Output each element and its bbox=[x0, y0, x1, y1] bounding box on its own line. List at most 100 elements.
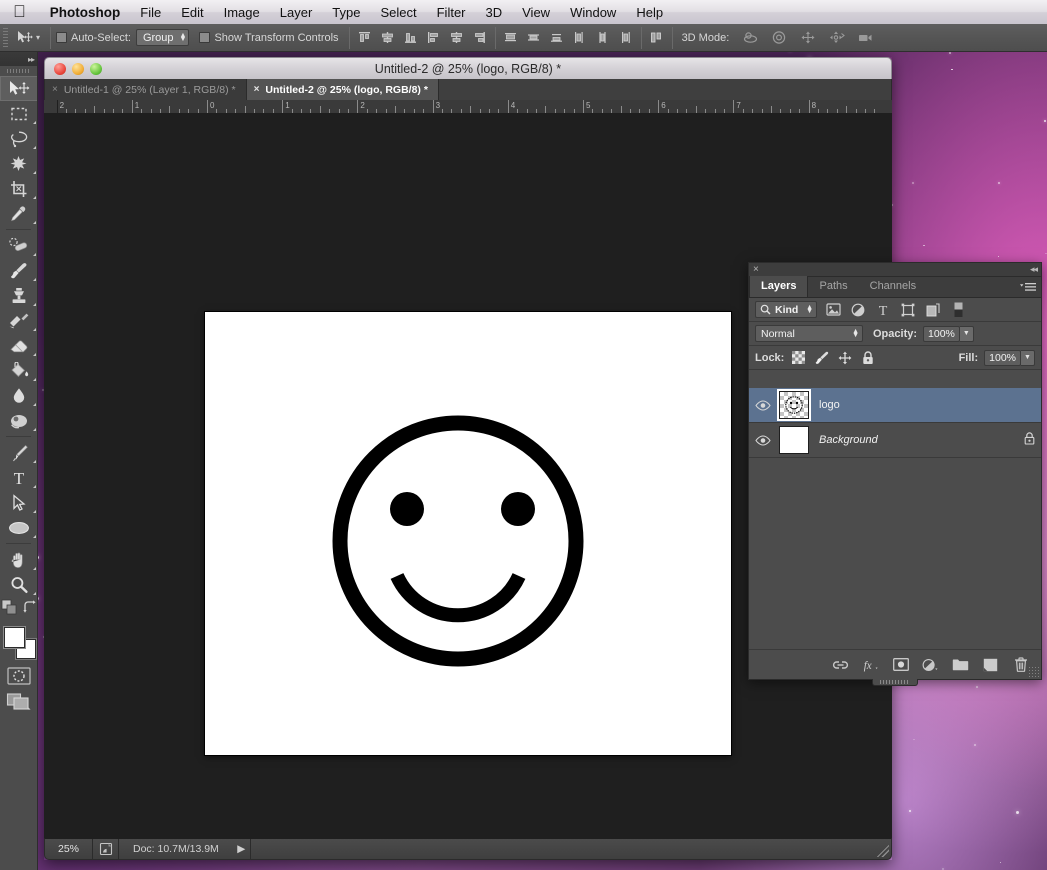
tool-paint-bucket[interactable] bbox=[0, 358, 37, 383]
panel-resize-grip[interactable] bbox=[1028, 666, 1039, 677]
tab-channels[interactable]: Channels bbox=[859, 276, 927, 297]
tool-clone-stamp[interactable] bbox=[0, 283, 37, 308]
foreground-color-swatch[interactable] bbox=[4, 627, 25, 648]
lock-image-pixels-icon[interactable] bbox=[813, 349, 830, 366]
align-horizontal-centers-icon[interactable] bbox=[447, 28, 467, 48]
auto-align-layers-icon[interactable] bbox=[647, 28, 667, 48]
tool-spot-healing-brush[interactable] bbox=[0, 233, 37, 258]
new-group-icon[interactable] bbox=[952, 656, 969, 673]
status-expand-arrow[interactable]: ▶ bbox=[233, 839, 251, 859]
filter-shape-layers-icon[interactable] bbox=[899, 301, 917, 319]
tool-lasso[interactable] bbox=[0, 126, 37, 151]
layer-thumbnail[interactable] bbox=[779, 391, 809, 419]
filter-toggle-icon[interactable] bbox=[949, 301, 967, 319]
tab-layers[interactable]: Layers bbox=[749, 276, 809, 297]
document-tab-untitled-1[interactable]: × Untitled-1 @ 25% (Layer 1, RGB/8) * bbox=[45, 79, 247, 100]
window-resize-grip[interactable] bbox=[877, 845, 889, 857]
lock-all-icon[interactable] bbox=[859, 349, 876, 366]
filter-adjustment-layers-icon[interactable] bbox=[849, 301, 867, 319]
expand-tools-icon[interactable]: ▸▸ bbox=[28, 55, 35, 64]
menu-item-filter[interactable]: Filter bbox=[427, 5, 476, 20]
quick-mask-mode-icon[interactable] bbox=[7, 666, 31, 690]
opacity-field[interactable]: 100% bbox=[923, 325, 960, 342]
menu-item-layer[interactable]: Layer bbox=[270, 5, 323, 20]
horizontal-ruler[interactable]: 2 1 0 1 2 3 4 5 6 7 8 bbox=[58, 100, 892, 114]
menu-item-select[interactable]: Select bbox=[370, 5, 426, 20]
distribute-horizontal-centers-icon[interactable] bbox=[593, 28, 613, 48]
align-bottom-edges-icon[interactable] bbox=[401, 28, 421, 48]
document-preview-icon[interactable] bbox=[93, 839, 119, 859]
tool-magic-wand[interactable] bbox=[0, 151, 37, 176]
drag-3d-object-icon[interactable] bbox=[798, 28, 818, 48]
tool-eraser[interactable] bbox=[0, 333, 37, 358]
align-vertical-centers-icon[interactable] bbox=[378, 28, 398, 48]
slide-3d-object-icon[interactable] bbox=[827, 28, 847, 48]
tool-move[interactable] bbox=[0, 76, 37, 101]
menu-item-photoshop[interactable]: Photoshop bbox=[40, 5, 131, 20]
document-titlebar[interactable]: Untitled-2 @ 25% (logo, RGB/8) * bbox=[44, 57, 892, 79]
scale-3d-object-icon[interactable] bbox=[856, 28, 876, 48]
tool-pen[interactable] bbox=[0, 440, 37, 465]
ruler-corner[interactable] bbox=[44, 100, 58, 114]
collapse-panel-icon[interactable]: ◂◂ bbox=[1030, 264, 1038, 275]
tool-crop[interactable] bbox=[0, 176, 37, 201]
layer-name-logo[interactable]: logo bbox=[811, 399, 1035, 411]
lock-position-icon[interactable] bbox=[836, 349, 853, 366]
tool-brush[interactable] bbox=[0, 258, 37, 283]
image-canvas[interactable] bbox=[205, 312, 731, 755]
layer-list[interactable]: logo Background bbox=[749, 388, 1041, 649]
layer-visibility-toggle[interactable] bbox=[749, 434, 777, 446]
menu-item-help[interactable]: Help bbox=[626, 5, 673, 20]
menu-item-type[interactable]: Type bbox=[322, 5, 370, 20]
tool-blur[interactable] bbox=[0, 383, 37, 408]
screen-mode-icon[interactable] bbox=[6, 692, 32, 717]
layer-visibility-toggle[interactable] bbox=[749, 399, 777, 411]
auto-select-checkbox[interactable] bbox=[56, 32, 68, 43]
tools-palette-header[interactable]: ▸▸ bbox=[0, 52, 37, 66]
tool-path-selection[interactable] bbox=[0, 490, 37, 515]
layer-row-logo[interactable]: logo bbox=[749, 388, 1041, 423]
tool-ellipse-shape[interactable] bbox=[0, 515, 37, 540]
add-layer-mask-icon[interactable] bbox=[892, 656, 909, 673]
auto-select-scope-dropdown[interactable]: Group ▲ ▼ bbox=[135, 29, 190, 46]
tool-rectangular-marquee[interactable] bbox=[0, 101, 37, 126]
tool-horizontal-type[interactable]: T bbox=[0, 465, 37, 490]
tool-history-brush[interactable] bbox=[0, 308, 37, 333]
menu-item-image[interactable]: Image bbox=[214, 5, 270, 20]
distribute-right-edges-icon[interactable] bbox=[616, 28, 636, 48]
show-transform-controls-checkbox[interactable] bbox=[199, 32, 211, 43]
filter-kind-dropdown[interactable]: Kind ▲ ▼ bbox=[755, 301, 817, 318]
menu-item-window[interactable]: Window bbox=[560, 5, 626, 20]
tool-hand[interactable] bbox=[0, 547, 37, 572]
distribute-top-edges-icon[interactable] bbox=[501, 28, 521, 48]
current-tool-preset[interactable]: ▾ bbox=[12, 29, 45, 47]
layer-thumbnail[interactable] bbox=[779, 426, 809, 454]
menu-item-edit[interactable]: Edit bbox=[171, 5, 213, 20]
zoom-level-field[interactable]: 25% bbox=[45, 839, 93, 859]
fill-stepper[interactable]: ▼ bbox=[1021, 349, 1035, 366]
tool-dodge[interactable] bbox=[0, 408, 37, 433]
filter-smart-objects-icon[interactable] bbox=[924, 301, 942, 319]
menu-item-view[interactable]: View bbox=[512, 5, 560, 20]
layer-styles-fx-icon[interactable]: fx bbox=[862, 656, 879, 673]
close-tab-icon[interactable]: × bbox=[254, 84, 260, 95]
delete-layer-icon[interactable] bbox=[1012, 656, 1029, 673]
align-top-edges-icon[interactable] bbox=[355, 28, 375, 48]
apple-logo-icon[interactable]:  bbox=[13, 3, 26, 20]
panel-bottom-drag-grip[interactable] bbox=[872, 679, 918, 686]
filter-pixel-layers-icon[interactable] bbox=[824, 301, 842, 319]
roll-3d-object-icon[interactable] bbox=[769, 28, 789, 48]
link-layers-icon[interactable] bbox=[832, 656, 849, 673]
close-tab-icon[interactable]: × bbox=[52, 84, 58, 95]
menu-item-file[interactable]: File bbox=[130, 5, 171, 20]
tab-paths[interactable]: Paths bbox=[808, 276, 858, 297]
layer-name-background[interactable]: Background bbox=[811, 434, 1024, 446]
layers-panel-titlebar[interactable]: × ◂◂ bbox=[749, 263, 1041, 277]
rotate-3d-object-icon[interactable] bbox=[740, 28, 760, 48]
filter-type-layers-icon[interactable]: T bbox=[874, 301, 892, 319]
tool-eyedropper[interactable] bbox=[0, 201, 37, 226]
tools-drag-grip[interactable] bbox=[0, 66, 37, 76]
distribute-vertical-centers-icon[interactable] bbox=[524, 28, 544, 48]
fill-field[interactable]: 100% bbox=[984, 349, 1021, 366]
close-panel-icon[interactable]: × bbox=[753, 264, 759, 275]
